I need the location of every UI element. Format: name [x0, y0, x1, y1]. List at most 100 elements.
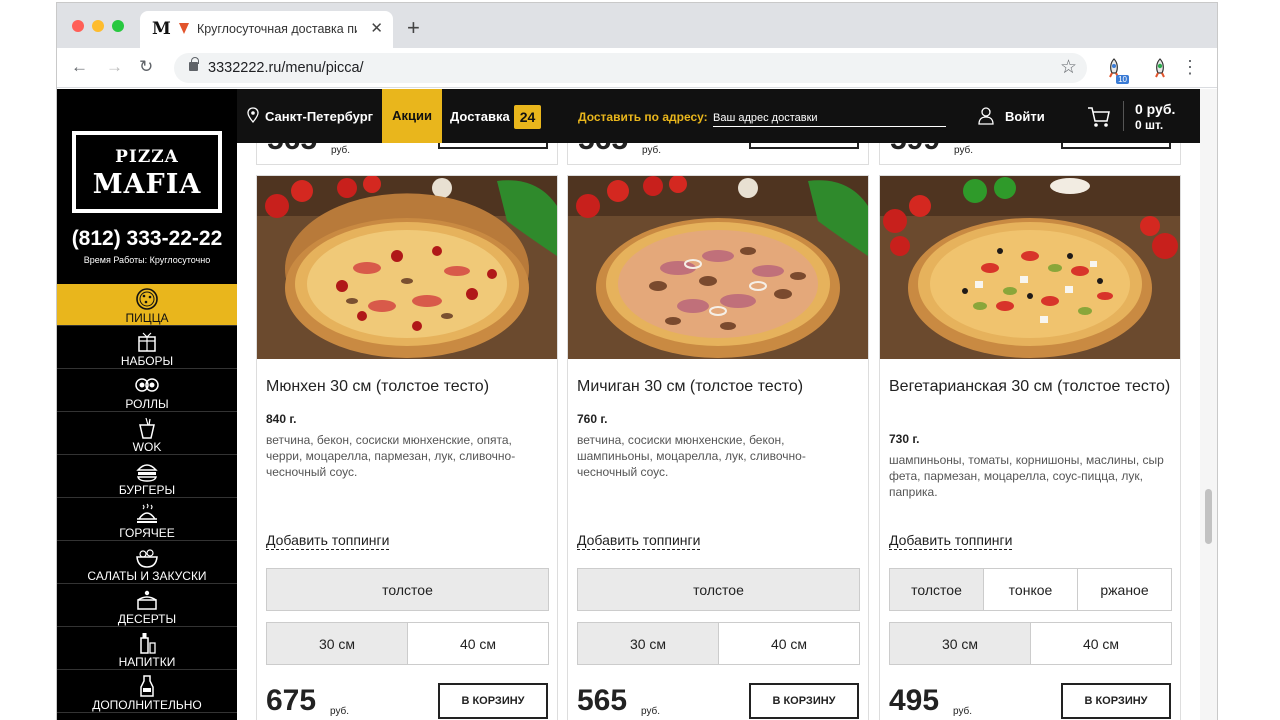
dough-option[interactable]: тонкое — [984, 569, 1078, 610]
tab-title: Круглосуточная доставка пи — [197, 22, 357, 36]
product-card: Вегетарианская 30 см (толстое тесто) 730… — [879, 175, 1181, 720]
product-image[interactable] — [568, 176, 868, 359]
category-label: ДОПОЛНИТЕЛЬНО — [92, 698, 202, 712]
add-toppings-link[interactable]: Добавить топпинги — [266, 531, 390, 550]
dough-option[interactable]: толстое — [267, 569, 548, 610]
dough-option[interactable]: толстое — [578, 569, 859, 610]
bookmark-star-icon[interactable]: ☆ — [1060, 56, 1077, 79]
category-label: НАБОРЫ — [120, 354, 174, 368]
product-image[interactable] — [880, 176, 1180, 359]
category-salads[interactable]: САЛАТЫ И ЗАКУСКИ — [57, 542, 237, 584]
location-pin-icon — [247, 107, 259, 123]
price-currency: руб. — [330, 706, 350, 717]
dough-selector: толстое — [577, 568, 860, 611]
address-bar[interactable]: 3332222.ru/menu/picca/ ☆ — [174, 53, 1087, 83]
add-to-cart-button[interactable]: В КОРЗИНУ — [438, 683, 548, 719]
category-pizza[interactable]: ПИЦЦА — [57, 284, 237, 326]
size-option[interactable]: 30 см — [267, 623, 408, 664]
dough-option[interactable]: ржаное — [1078, 569, 1171, 610]
product-description: шампиньоны, томаты, корнишоны, маслины, … — [889, 453, 1164, 499]
cart-icon[interactable] — [1087, 106, 1111, 128]
forward-arrow-icon[interactable]: → — [106, 57, 123, 77]
add-toppings-link[interactable]: Добавить топпинги — [889, 531, 1013, 550]
product-price: 495 — [889, 684, 940, 717]
product-image[interactable] — [257, 176, 557, 359]
category-label: ГОРЯЧЕЕ — [119, 526, 175, 540]
size-option[interactable]: 40 см — [719, 623, 859, 664]
scrollbar-thumb[interactable] — [1205, 489, 1212, 544]
size-option[interactable]: 30 см — [890, 623, 1031, 664]
login-link[interactable]: Войти — [1005, 109, 1045, 124]
pizza-icon — [136, 288, 158, 310]
logo-top-text: PIZZA — [115, 147, 179, 167]
category-desserts[interactable]: ДЕСЕРТЫ — [57, 585, 237, 627]
logo[interactable]: PIZZA MAFIA — [72, 131, 222, 213]
page-scrollbar[interactable] — [1200, 89, 1217, 720]
back-arrow-icon[interactable]: ← — [71, 57, 88, 77]
category-hot[interactable]: ГОРЯЧЕЕ — [57, 499, 237, 541]
price-currency: руб. — [953, 706, 973, 717]
size-option[interactable]: 30 см — [578, 623, 719, 664]
price-currency: руб. — [642, 145, 662, 156]
size-selector: 30 см 40 см — [266, 622, 549, 665]
category-label: РОЛЛЫ — [125, 397, 169, 411]
maximize-window-button[interactable] — [112, 20, 124, 32]
add-to-cart-button[interactable]: В КОРЗИНУ — [1061, 683, 1171, 719]
price-currency: руб. — [954, 145, 974, 156]
dough-selector: толстое — [266, 568, 549, 611]
url-text: 3332222.ru/menu/picca/ — [208, 60, 364, 76]
category-rolls[interactable]: РОЛЛЫ — [57, 370, 237, 412]
salad-icon — [136, 549, 158, 568]
city-selector[interactable]: Санкт-Петербург — [265, 109, 373, 124]
product-weight: 760 г. — [577, 412, 608, 426]
user-icon[interactable] — [978, 107, 994, 125]
pizza-slice-icon — [179, 23, 189, 34]
product-name[interactable]: Мичиган 30 см (толстое тесто) — [577, 377, 861, 397]
extension-rocket-green-icon[interactable] — [1149, 57, 1171, 81]
dough-selector: толстое тонкое ржаное — [889, 568, 1172, 611]
minimize-window-button[interactable] — [92, 20, 104, 32]
site-favicon-icon: M — [152, 19, 171, 39]
delivery-address-input[interactable]: Ваш адрес доставки — [713, 105, 946, 127]
close-window-button[interactable] — [72, 20, 84, 32]
delivery-link[interactable]: Доставка — [450, 109, 510, 124]
screen: M Круглосуточная доставка пи ✕ + ← → ↻ 3… — [0, 0, 1280, 720]
category-label: БУРГЕРЫ — [118, 483, 176, 497]
product-description: ветчина, бекон, сосиски мюнхенские, опят… — [266, 433, 516, 479]
category-sets[interactable]: НАБОРЫ — [57, 327, 237, 369]
logo-bottom-text: MAFIA — [92, 169, 202, 200]
category-wok[interactable]: WOK — [57, 413, 237, 455]
cart-sum[interactable]: 0 руб. — [1135, 101, 1175, 117]
category-label: НАПИТКИ — [118, 655, 176, 669]
browser-menu-icon[interactable]: ⋮ — [1181, 57, 1199, 77]
category-extra[interactable]: ДОПОЛНИТЕЛЬНО — [57, 671, 237, 713]
cart-quantity[interactable]: 0 шт. — [1135, 118, 1163, 132]
category-burgers[interactable]: БУРГЕРЫ — [57, 456, 237, 498]
phone-number[interactable]: (812) 333-22-22 — [57, 227, 237, 251]
category-drinks[interactable]: НАПИТКИ — [57, 628, 237, 670]
extension-rocket-icon[interactable]: 10 — [1103, 57, 1129, 84]
product-name[interactable]: Вегетарианская 30 см (толстое тесто) — [889, 377, 1173, 397]
site-header: Санкт-Петербург Акции Доставка 24 Достав… — [237, 89, 1200, 143]
reload-icon[interactable]: ↻ — [139, 57, 153, 77]
add-toppings-link[interactable]: Добавить топпинги — [577, 531, 701, 550]
size-option[interactable]: 40 см — [1031, 623, 1171, 664]
working-hours: Время Работы: Круглосуточно — [83, 255, 211, 265]
add-to-cart-button[interactable]: В КОРЗИНУ — [749, 683, 859, 719]
browser-tab[interactable]: M Круглосуточная доставка пи ✕ — [140, 11, 393, 48]
promo-link[interactable]: Акции — [382, 89, 442, 143]
extra-icon — [140, 675, 154, 697]
size-option[interactable]: 40 см — [408, 623, 548, 664]
sidebar: PIZZA MAFIA (812) 333-22-22 Время Работы… — [57, 89, 237, 720]
close-tab-icon[interactable]: ✕ — [370, 20, 383, 38]
drinks-icon — [140, 633, 156, 654]
rolls-icon — [135, 378, 159, 392]
address-label: Доставить по адресу: — [578, 110, 708, 124]
browser-window: M Круглосуточная доставка пи ✕ + ← → ↻ 3… — [57, 3, 1217, 720]
price-currency: руб. — [641, 706, 661, 717]
price-currency: руб. — [331, 145, 351, 156]
dough-option[interactable]: толстое — [890, 569, 984, 610]
new-tab-button[interactable]: + — [407, 17, 420, 39]
burger-icon — [136, 464, 158, 482]
product-name[interactable]: Мюнхен 30 см (толстое тесто) — [266, 377, 550, 397]
